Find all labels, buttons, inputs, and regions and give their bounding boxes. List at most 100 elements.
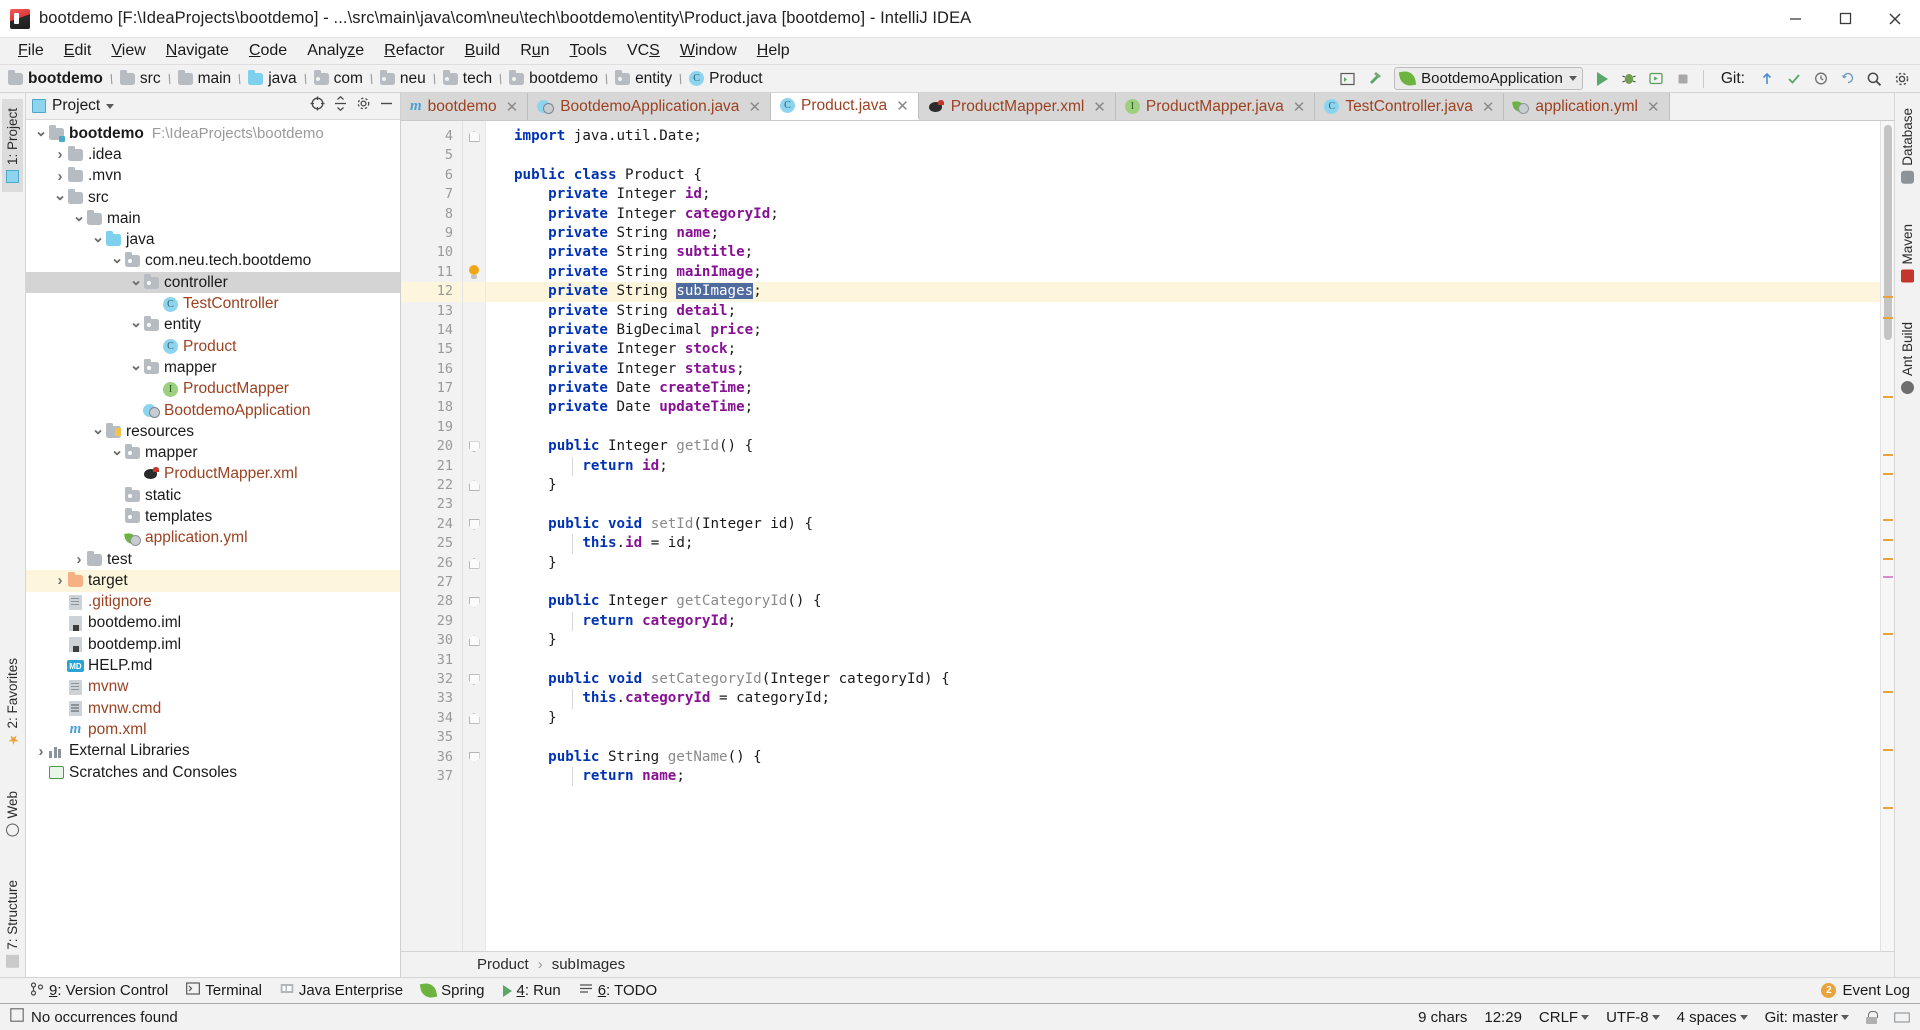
chevron-down-icon[interactable] [91,231,105,249]
editor-tab-product-java[interactable]: C Product.java ✕ [771,93,919,120]
code-line[interactable]: public void setId(Integer id) { [486,515,1880,534]
tree-node-main[interactable]: main [26,208,400,229]
tree-node-productmapper-xml[interactable]: ProductMapper.xml [26,464,400,485]
run-with-coverage-icon[interactable] [1644,66,1669,91]
tree-node-bootdemo-iml[interactable]: bootdemo.iml [26,613,400,634]
code-line[interactable]: public Integer getId() { [486,437,1880,456]
run-icon[interactable] [1590,66,1615,91]
close-icon[interactable]: ✕ [748,98,761,116]
chevron-down-icon[interactable] [72,210,86,228]
code-line[interactable]: return id; [486,456,1880,477]
menu-help[interactable]: Help [747,40,800,62]
tree-node-scratches-and-consoles[interactable]: Scratches and Consoles [26,762,400,783]
sidebar-item-project[interactable]: 1: Project [2,99,23,193]
breadcrumb-item-main[interactable]: main [176,69,234,88]
fold-marker[interactable] [463,670,485,689]
code-line[interactable]: } [486,554,1880,573]
fold-marker[interactable] [463,748,485,767]
tree-node-mapper[interactable]: mapper [26,442,400,463]
close-icon[interactable]: ✕ [506,98,519,116]
tool-window-terminal[interactable]: Terminal [186,982,262,999]
event-log-area[interactable]: 2 Event Log [1821,982,1920,999]
code-line[interactable]: private Integer status; [486,360,1880,379]
maximize-icon[interactable] [1820,0,1870,38]
breadcrumb-item-entity[interactable]: entity [613,69,674,88]
code-line[interactable] [486,146,1880,165]
close-icon[interactable] [1870,0,1920,38]
sidebar-item-favorites[interactable]: ★ 2: Favorites [2,649,23,756]
tool-window-todo[interactable]: 6: TODO [579,982,657,999]
sidebar-item-web[interactable]: Web [2,782,23,846]
menu-edit[interactable]: Edit [54,40,102,62]
code-line[interactable]: private String detail; [486,302,1880,321]
search-everywhere-icon[interactable] [1862,66,1887,91]
close-icon[interactable]: ✕ [1647,98,1660,116]
code-line[interactable]: private Integer categoryId; [486,205,1880,224]
breadcrumb-item-tech[interactable]: tech [441,69,494,88]
tree-node-target[interactable]: target [26,570,400,592]
code-line[interactable] [486,728,1880,747]
scroll-from-source-icon[interactable] [310,96,325,116]
undo-icon[interactable] [1835,66,1860,91]
chevron-down-icon[interactable] [110,444,124,462]
tree-node-mvnw[interactable]: mvnw [26,677,400,698]
sidebar-item-database[interactable]: Database [1897,99,1918,193]
status-git-branch[interactable]: Git: master [1765,1009,1849,1026]
tree-node-resources[interactable]: resources [26,421,400,442]
breadcrumb-item-src[interactable]: src [118,69,163,88]
tree-node-productmapper[interactable]: I ProductMapper [26,379,400,400]
fold-marker[interactable] [463,515,485,534]
tree-node-java[interactable]: java [26,229,400,250]
status-line-separator[interactable]: CRLF [1539,1009,1590,1026]
close-icon[interactable]: ✕ [1093,98,1106,116]
stop-icon[interactable] [1671,66,1696,91]
chevron-down-icon[interactable] [34,125,48,143]
breadcrumb-member[interactable]: subImages [552,956,625,973]
history-icon[interactable] [1808,66,1833,91]
breadcrumb-item-com[interactable]: com [312,69,365,88]
code-line[interactable] [486,651,1880,670]
fold-marker[interactable] [463,592,485,611]
memory-indicator[interactable] [1894,1011,1910,1024]
code-line[interactable]: private String name; [486,224,1880,243]
code-editor[interactable]: 4 5 6 7 8 9 10 11 12 13 14 15 16 17 18 19 20 21 22 23 24 25 26… [401,121,1894,951]
breadcrumb-item-bootdemo[interactable]: bootdemo [6,69,105,88]
tool-window-version-control[interactable]: 9: Version Control [30,981,168,1000]
breadcrumb-class[interactable]: Product [477,956,529,973]
menu-navigate[interactable]: Navigate [156,40,239,62]
tree-node-test[interactable]: test [26,549,400,570]
tree-node--idea[interactable]: .idea [26,144,400,165]
tree-node--mvn[interactable]: .mvn [26,166,400,187]
tool-window-java-enterprise[interactable]: Java Enterprise [280,982,403,999]
menu-run[interactable]: Run [510,40,559,62]
code-line[interactable]: private Date updateTime; [486,398,1880,417]
tree-node-src[interactable]: src [26,187,400,208]
code-line[interactable]: return categoryId; [486,611,1880,632]
collapse-all-icon[interactable] [333,95,348,116]
fold-gutter[interactable] [463,121,485,951]
chevron-right-icon[interactable] [34,743,48,760]
fold-marker[interactable] [463,554,485,573]
project-tree[interactable]: bootdemo F:\IdeaProjects\bootdemo .idea .mv… [26,120,400,977]
editor-tab-bootdemoapplication-java[interactable]: BootdemoApplication.java ✕ [528,93,772,120]
close-icon[interactable]: ✕ [896,97,909,115]
error-stripe-markers[interactable] [1880,121,1894,951]
settings-icon[interactable] [1889,66,1914,91]
code-line[interactable]: private Integer id; [486,185,1880,204]
menu-file[interactable]: File [8,40,54,62]
code-content[interactable]: import java.util.Date; public class Produ… [485,121,1880,951]
breadcrumb-item-product[interactable]: C Product [687,70,764,88]
tree-node-pom-xml[interactable]: m pom.xml [26,719,400,740]
menu-refactor[interactable]: Refactor [374,40,454,62]
code-line[interactable]: private String subImages; [486,282,1880,302]
code-line[interactable]: this.categoryId = categoryId; [486,689,1880,709]
tree-node-external-libraries[interactable]: External Libraries [26,741,400,762]
tree-node-templates[interactable]: templates [26,506,400,527]
update-project-icon[interactable] [1754,66,1779,91]
tool-window-run[interactable]: 4: Run [502,982,561,999]
run-configuration-selector[interactable]: BootdemoApplication [1394,67,1583,90]
hide-icon[interactable] [379,96,394,116]
intention-bulb-icon[interactable] [463,263,485,282]
status-caret-position[interactable]: 12:29 [1484,1009,1522,1026]
tree-node-application-yml[interactable]: application.yml [26,528,400,549]
